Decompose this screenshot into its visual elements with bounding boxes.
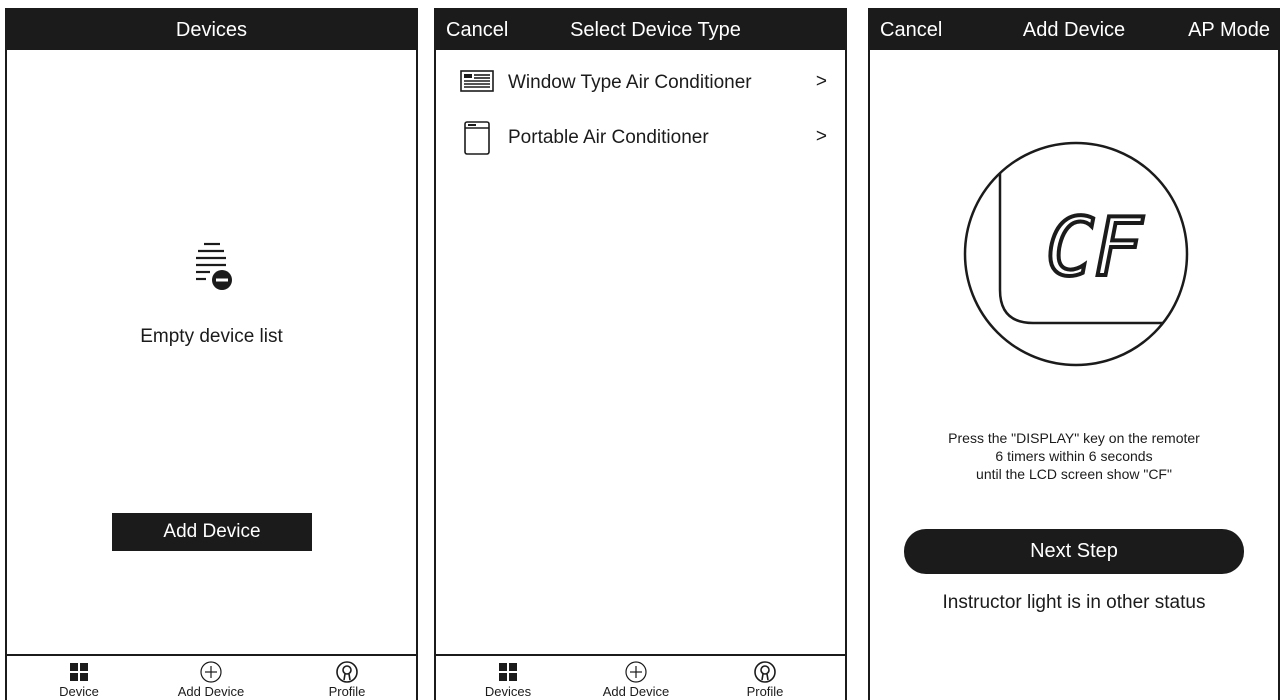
page-title: Devices [175,19,248,41]
tab-profile[interactable]: Profile [715,660,815,700]
grid-icon [458,660,558,684]
portable-ac-icon [464,121,490,161]
lcd-code-text: CF [1046,201,1144,294]
profile-icon [715,660,815,684]
grid-icon [29,660,129,684]
instruction-line: Press the "DISPLAY" key on the remoter [948,430,1200,446]
tab-label: Add Device [602,684,670,699]
select-device-type-screen: Cancel Select Device Type Window Type Ai… [434,8,847,700]
title-bar: Cancel Select Device Type [436,10,845,50]
window-ac-icon [460,70,494,98]
chevron-right-icon: > [815,71,827,92]
device-type-label: Portable Air Conditioner [508,127,709,148]
add-device-button[interactable]: Add Device [112,513,312,551]
instruction-line: 6 timers within 6 seconds [995,448,1153,464]
instructions-text: Press the "DISPLAY" key on the remoter 6… [870,429,1278,483]
ap-mode-button[interactable]: AP Mode [1188,10,1270,50]
profile-icon [297,660,397,684]
tab-label: Profile [746,684,784,699]
tab-label: Devices [484,684,532,699]
plus-circle-icon [161,660,261,684]
title-bar: Cancel Add Device AP Mode [870,10,1278,50]
tab-label: Add Device [177,684,245,699]
empty-list-icon [192,242,234,299]
plus-circle-icon [586,660,686,684]
device-type-label: Window Type Air Conditioner [508,72,752,93]
page-title: Select Device Type [570,19,741,41]
title-bar: Devices [7,10,416,50]
tab-label: Device [59,684,99,699]
chevron-right-icon: > [815,126,827,147]
tab-devices[interactable]: Devices [458,660,558,700]
instruction-line: until the LCD screen show "CF" [976,466,1172,482]
device-type-portable-ac[interactable]: Portable Air Conditioner > [436,113,845,163]
empty-device-text: Empty device list [140,326,283,347]
tab-device[interactable]: Device [29,660,129,700]
lcd-display-illustration: CF [962,140,1190,375]
add-device-screen: Cancel Add Device AP Mode CF Press the "… [868,8,1280,700]
next-step-button[interactable]: Next Step [904,529,1244,574]
tab-add-device[interactable]: Add Device [586,660,686,700]
tab-add-device[interactable]: Add Device [161,660,261,700]
tab-label: Profile [328,684,366,699]
device-type-window-ac[interactable]: Window Type Air Conditioner > [436,58,845,108]
devices-screen: Devices Empty device list Add Device Dev… [5,8,418,700]
tab-bar: Devices Add Device Profile [436,654,845,700]
tab-profile[interactable]: Profile [297,660,397,700]
tab-bar: Device Add Device Profile [7,654,416,700]
other-status-link[interactable]: Instructor light is in other status [870,592,1278,614]
